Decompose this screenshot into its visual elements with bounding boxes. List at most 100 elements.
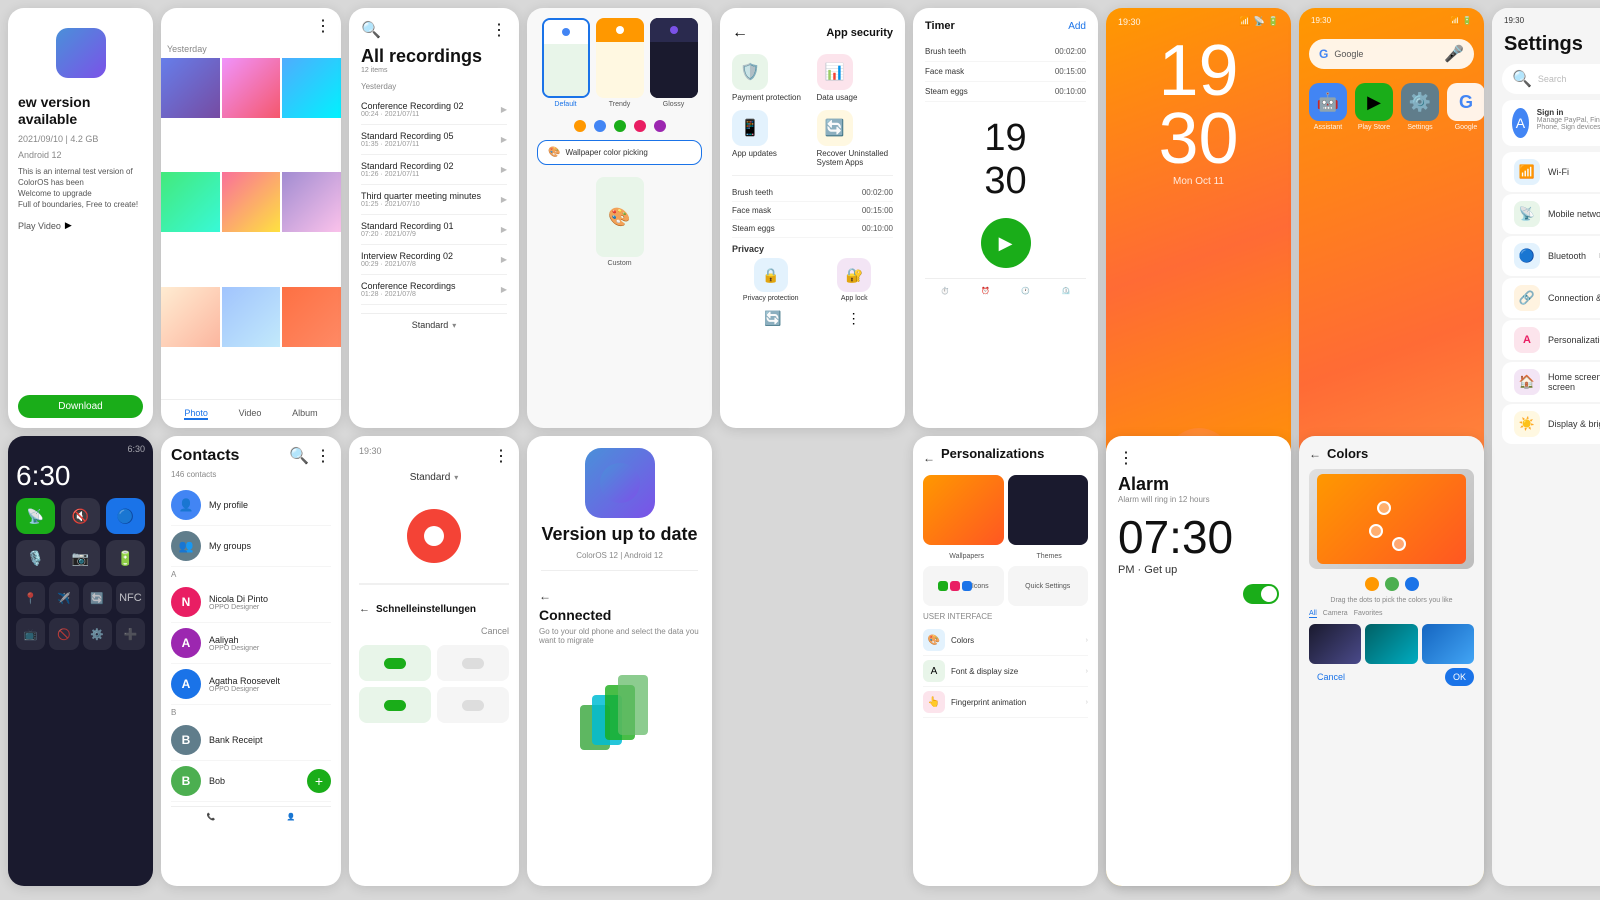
qs-silent[interactable]: 🔇 — [61, 498, 100, 534]
recording-item-2[interactable]: Standard Recording 05 01:35 · 2021/07/11… — [361, 125, 507, 155]
qs-screen[interactable]: 📺 — [16, 618, 45, 650]
recording-std-more[interactable]: ⋮ — [493, 446, 509, 466]
theme-default[interactable]: Default — [542, 18, 590, 108]
contact-bob[interactable]: B Bob + — [171, 761, 331, 802]
gallery-tab-video[interactable]: Video — [239, 408, 262, 420]
timer-nav-clock[interactable]: 🕐 — [1021, 287, 1030, 295]
gallery-cell-7[interactable] — [161, 287, 220, 347]
color-dot-green[interactable] — [1385, 577, 1399, 591]
schnell-toggle-2[interactable] — [437, 645, 509, 681]
contacts-tab-phone[interactable]: 📞 — [207, 813, 216, 821]
download-button[interactable]: Download — [18, 395, 143, 418]
wallpaper-ok-button[interactable]: OK — [1445, 668, 1474, 686]
qs-extra[interactable]: ➕ — [116, 618, 145, 650]
wallpaper-thumb-2[interactable] — [1365, 624, 1417, 664]
qs-nfc[interactable]: NFC — [116, 582, 145, 614]
contact-nicola[interactable]: N Nicola Di Pinto OPPO Designer — [171, 582, 331, 623]
contact-my-groups[interactable]: 👥 My groups — [171, 526, 331, 567]
color-pick-dot-2[interactable] — [1369, 524, 1383, 538]
personalizations-back-icon[interactable]: ← — [923, 451, 935, 465]
qs-airplane[interactable]: ✈️ — [49, 582, 78, 614]
settings-personalizations[interactable]: A Personalizations › — [1502, 320, 1600, 360]
timer-facemask-row[interactable]: Face mask 00:15:00 — [925, 62, 1086, 82]
recording-item-5[interactable]: Standard Recording 01 07:20 · 2021/07/9 … — [361, 215, 507, 245]
wallpaper-thumb-3[interactable] — [1422, 624, 1474, 664]
wallpapers-preview[interactable] — [923, 475, 1004, 545]
color-dot-blue[interactable] — [1405, 577, 1419, 591]
qs-mic[interactable]: 🎙️ — [16, 540, 55, 576]
recording-item-7[interactable]: Conference Recordings 01:28 · 2021/07/8 … — [361, 275, 507, 305]
security-updates[interactable]: 📱 App updates — [732, 110, 809, 167]
contacts-more-icon[interactable]: ⋮ — [315, 446, 331, 466]
personalizations-fingerprint[interactable]: 👆 Fingerprint animation › — [923, 687, 1088, 718]
gallery-cell-3[interactable] — [282, 58, 341, 118]
schnell-toggle-1[interactable] — [359, 645, 431, 681]
contact-agatha[interactable]: A Agatha Roosevelt OPPO Designer — [171, 664, 331, 705]
personalizations-colors[interactable]: 🎨 Colors › — [923, 625, 1088, 656]
gallery-cell-4[interactable] — [161, 172, 220, 232]
alarm-toggle[interactable] — [1243, 584, 1279, 604]
themes-preview[interactable] — [1008, 475, 1089, 545]
timer-play-button[interactable]: ▶ — [981, 218, 1031, 268]
wallpaper-tab-all[interactable]: All — [1309, 610, 1317, 618]
qs-camera[interactable]: 📷 — [61, 540, 100, 576]
personalizations-font[interactable]: A Font & display size › — [923, 656, 1088, 687]
settings-search-bar[interactable]: 🔍 Search — [1502, 64, 1600, 94]
timer-eggs-row[interactable]: Steam eggs 00:10:00 — [925, 82, 1086, 102]
qs-bluetooth-qs[interactable]: 🔵 — [106, 498, 145, 534]
color-dot-orange[interactable] — [1365, 577, 1379, 591]
app-lock[interactable]: 🔐 App lock — [816, 258, 894, 302]
wallpaper-tab-camera[interactable]: Camera — [1323, 610, 1348, 618]
security-payment[interactable]: 🛡️ Payment protection — [732, 54, 809, 102]
schnell-toggle-3[interactable] — [359, 687, 431, 723]
schnell-back-icon[interactable]: ← — [359, 603, 370, 615]
qs-power[interactable]: 🔋 — [106, 540, 145, 576]
timer-nav-timer[interactable]: ⏱️ — [941, 287, 950, 295]
settings-bluetooth[interactable]: 🔵 Bluetooth Not connected › — [1502, 236, 1600, 276]
recording-item-3[interactable]: Standard Recording 02 01:26 · 2021/07/11… — [361, 155, 507, 185]
qs-item[interactable]: Quick Settings — [1008, 566, 1089, 606]
security-back-icon[interactable]: ← — [732, 24, 748, 42]
wallpaper-cancel-button[interactable]: Cancel — [1309, 668, 1353, 686]
recording-item-4[interactable]: Third quarter meeting minutes 01:25 · 20… — [361, 185, 507, 215]
gallery-cell-6[interactable] — [282, 172, 341, 232]
wallpaper-tab-favorites[interactable]: Favorites — [1354, 610, 1383, 618]
wallpaper-thumb-1[interactable] — [1309, 624, 1361, 664]
qs-dnd[interactable]: 🚫 — [49, 618, 78, 650]
qs-rotate[interactable]: 🔄 — [83, 582, 112, 614]
color-pick-dot-3[interactable] — [1392, 537, 1406, 551]
security-recover[interactable]: 🔄 Recover Uninstalled System Apps — [817, 110, 894, 167]
gallery-tab-album[interactable]: Album — [292, 408, 318, 420]
recording-mode-arrow[interactable]: ▾ — [452, 321, 456, 330]
search-icon[interactable]: 🔍 — [361, 20, 381, 40]
more-icon[interactable]: ⋮ — [491, 20, 507, 40]
theme-glossy[interactable]: Glossy — [650, 18, 698, 108]
theme-trendy[interactable]: Trendy — [596, 18, 644, 108]
play-video-label[interactable]: Play Video — [18, 221, 61, 231]
colors-back-icon[interactable]: ← — [1309, 447, 1321, 461]
google-mic-icon[interactable]: 🎤 — [1444, 44, 1464, 64]
settings-search-placeholder[interactable]: Search — [1538, 74, 1567, 84]
settings-homescreen[interactable]: 🏠 Home screen & Lock screen › — [1502, 362, 1600, 402]
settings-wifi[interactable]: 📶 Wi-Fi OPPO › — [1502, 152, 1600, 192]
wallpaper-color-picking-btn[interactable]: 🎨 Wallpaper color picking — [537, 140, 702, 165]
app-assistant[interactable]: 🤖 Assistant — [1309, 83, 1347, 131]
more-icon[interactable]: ⋮ — [847, 310, 861, 327]
timer-nav-stopwatch[interactable]: ⏰ — [981, 287, 990, 295]
schnell-cancel-btn[interactable]: Cancel — [481, 626, 509, 636]
recording-item-6[interactable]: Interview Recording 02 00:29 · 2021/07/8… — [361, 245, 507, 275]
timer-nav-other[interactable]: ⏲️ — [1062, 287, 1071, 295]
alarm-more-icon[interactable]: ⋮ — [1118, 448, 1134, 468]
settings-sign-in-item[interactable]: A Sign in Manage PayPal, Find Cloud, Fin… — [1502, 100, 1600, 146]
qs-default[interactable]: ⚙️ — [83, 618, 112, 650]
contact-aaliyah[interactable]: A Aaliyah OPPO Designer — [171, 623, 331, 664]
color-pick-dot-1[interactable] — [1377, 501, 1391, 515]
contacts-tab-contacts[interactable]: 👤 — [287, 813, 296, 821]
refresh-icon[interactable]: 🔄 — [764, 310, 781, 327]
app-settings-home[interactable]: ⚙️ Settings — [1401, 83, 1439, 131]
gallery-cell-2[interactable] — [222, 58, 281, 118]
contact-add-button[interactable]: + — [307, 769, 331, 793]
timer-brush-row[interactable]: Brush teeth 00:02:00 — [925, 42, 1086, 62]
custom-theme[interactable]: 🎨 Custom — [596, 177, 644, 267]
contact-my-profile[interactable]: 👤 My profile — [171, 485, 331, 526]
